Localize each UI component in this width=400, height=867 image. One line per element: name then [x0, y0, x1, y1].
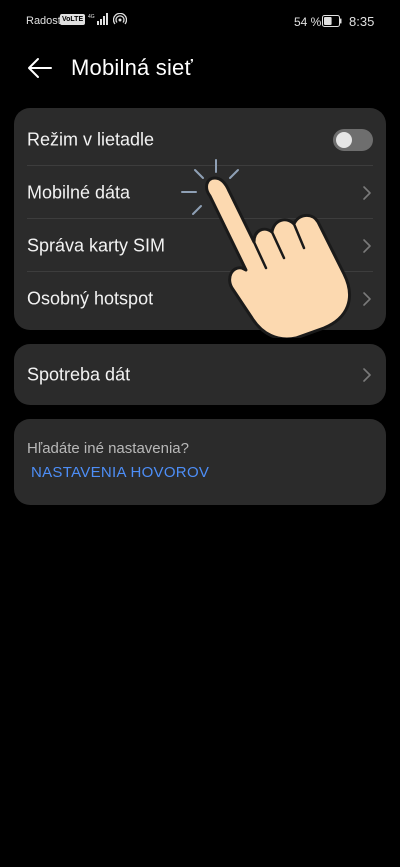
- data-usage-row[interactable]: Spotreba dát: [14, 348, 386, 401]
- chevron-right-icon: [363, 185, 371, 200]
- personal-hotspot-label: Osobný hotspot: [27, 288, 154, 308]
- network-type-label: 4G: [88, 14, 95, 20]
- more-settings-question: Hľadáte iné nastavenia?: [27, 440, 189, 457]
- personal-hotspot-row[interactable]: Osobný hotspot: [14, 272, 386, 325]
- signal-strength-icon: 4G: [88, 13, 109, 25]
- hotspot-icon: [113, 13, 128, 25]
- back-button[interactable]: [22, 50, 58, 86]
- airplane-mode-label: Režim v lietadle: [27, 129, 155, 149]
- network-indicators: VoLTE 4G: [60, 13, 128, 25]
- arrow-left-icon: [28, 58, 52, 78]
- battery-icon: [322, 15, 342, 27]
- battery-percent: 54 %: [294, 15, 322, 29]
- data-usage-label: Spotreba dát: [27, 364, 131, 384]
- mobile-data-row[interactable]: Mobilné dáta: [14, 166, 386, 219]
- toggle-knob: [336, 131, 352, 148]
- mobile-data-label: Mobilné dáta: [27, 182, 131, 202]
- network-settings-card: Režim v lietadle Mobilné dáta Správa kar…: [14, 108, 386, 330]
- clock: 8:35: [349, 14, 375, 29]
- airplane-mode-row[interactable]: Režim v lietadle: [14, 113, 386, 166]
- data-usage-card: Spotreba dát: [14, 344, 386, 405]
- chevron-right-icon: [363, 238, 371, 253]
- sim-management-row[interactable]: Správa karty SIM: [14, 219, 386, 272]
- call-settings-link[interactable]: NASTAVENIA HOVOROV: [31, 464, 209, 481]
- carrier-name: Radost: [26, 15, 61, 27]
- volte-badge: VoLTE: [60, 13, 86, 25]
- airplane-mode-toggle[interactable]: [333, 128, 373, 151]
- more-settings-card: Hľadáte iné nastavenia? NASTAVENIA HOVOR…: [14, 419, 386, 505]
- page-title: Mobilná sieť: [71, 55, 193, 80]
- chevron-right-icon: [363, 367, 371, 382]
- sim-management-label: Správa karty SIM: [27, 235, 166, 255]
- chevron-right-icon: [363, 291, 371, 306]
- status-bar: Radost VoLTE 4G 54 % 8:35: [0, 0, 400, 44]
